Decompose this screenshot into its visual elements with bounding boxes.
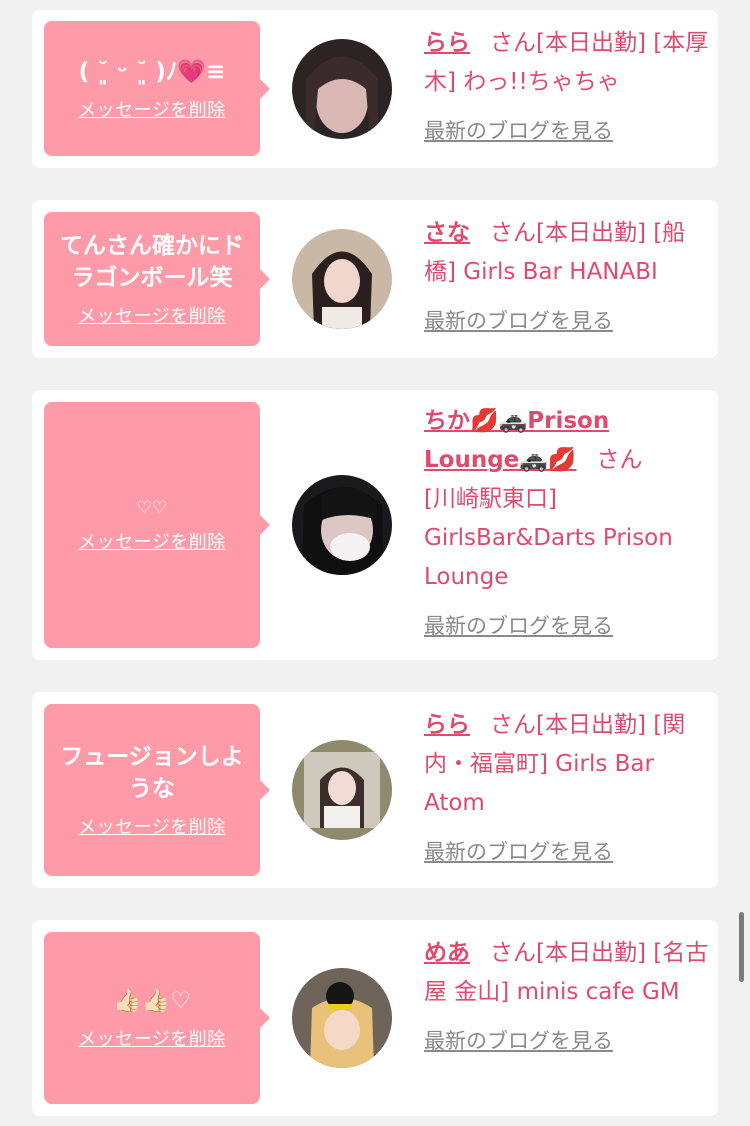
message-card: ( ˘͈ ᵕ ˘͈ )ﾉ💗≡ メッセージを削除 らら さん[本日出勤] [本厚木]… [32,10,718,168]
sender-name-link[interactable]: さな [424,220,470,246]
sender-detail: [川崎駅東口] GirlsBar&Darts Prison Lounge [424,486,673,590]
latest-blog-link[interactable]: 最新のブログを見る [424,833,710,872]
honorific: さん [490,940,536,966]
latest-blog-link[interactable]: 最新のブログを見る [424,1022,710,1061]
message-bubble: ( ˘͈ ᵕ ˘͈ )ﾉ💗≡ メッセージを削除 [44,21,270,156]
delete-message-link[interactable]: メッセージを削除 [78,528,226,554]
delete-message-link[interactable]: メッセージを削除 [78,813,226,839]
message-card: ♡♡ メッセージを削除 ちか💋🚓Prison Lounge🚓💋 さん [川崎駅東口]… [32,390,718,660]
latest-blog-link[interactable]: 最新のブログを見る [424,112,710,151]
avatar-image [292,968,392,1068]
message-text: 👍🏻👍🏻♡ [113,988,191,1014]
honorific: さん [596,447,643,473]
avatar-image [292,229,392,329]
sender-info: ちか💋🚓Prison Lounge🚓💋 さん [川崎駅東口] GirlsBar&Da… [424,402,710,646]
message-bubble: ♡♡ メッセージを削除 [44,402,270,648]
honorific: さん [490,220,536,246]
sender-info: らら さん[本日出勤] [本厚木] わっ!!ちゃちゃ 最新のブログを見る [424,24,710,151]
avatar[interactable] [292,229,392,329]
message-text: ( ˘͈ ᵕ ˘͈ )ﾉ💗≡ [78,58,226,85]
delete-message-link[interactable]: メッセージを削除 [78,1025,226,1051]
honorific: さん [490,712,536,738]
message-card: フュージョンしような メッセージを削除 らら さん[本日出勤] [関内・福富町] … [32,692,718,888]
delete-message-link[interactable]: メッセージを削除 [78,302,226,328]
message-text: てんさん確かにドラゴンボール笑 [60,233,244,291]
honorific: さん [490,30,536,56]
latest-blog-link[interactable]: 最新のブログを見る [424,302,710,341]
sender-info: さな さん[本日出勤] [船橋] Girls Bar HANABI 最新のブログを… [424,214,710,341]
avatar-image [292,39,392,139]
message-bubble: てんさん確かにドラゴンボール笑 メッセージを削除 [44,212,270,346]
sender-info: らら さん[本日出勤] [関内・福富町] Girls Bar Atom 最新のブロ… [424,706,710,872]
sender-name-link[interactable]: ちか💋🚓Prison Lounge🚓💋 [424,408,609,473]
avatar[interactable] [292,968,392,1068]
sender-name-link[interactable]: らら [424,30,470,56]
message-bubble: フュージョンしような メッセージを削除 [44,704,270,876]
scrollbar[interactable] [739,912,744,982]
avatar-image [292,740,392,840]
avatar-image [292,475,392,575]
avatar[interactable] [292,475,392,575]
message-card: 👍🏻👍🏻♡ メッセージを削除 めあ さん[本日出勤] [名古屋 金山] minis… [32,920,718,1116]
avatar[interactable] [292,740,392,840]
delete-message-link[interactable]: メッセージを削除 [78,96,226,122]
sender-info: めあ さん[本日出勤] [名古屋 金山] minis cafe GM 最新のブログ… [424,934,710,1061]
sender-name-link[interactable]: らら [424,712,470,738]
avatar[interactable] [292,39,392,139]
message-text: ♡♡ [136,498,168,518]
latest-blog-link[interactable]: 最新のブログを見る [424,607,710,646]
message-text: フュージョンしような [60,744,244,802]
message-card: てんさん確かにドラゴンボール笑 メッセージを削除 さな さん[本日出勤] [船橋]… [32,200,718,358]
message-bubble: 👍🏻👍🏻♡ メッセージを削除 [44,932,270,1104]
sender-name-link[interactable]: めあ [424,940,470,966]
